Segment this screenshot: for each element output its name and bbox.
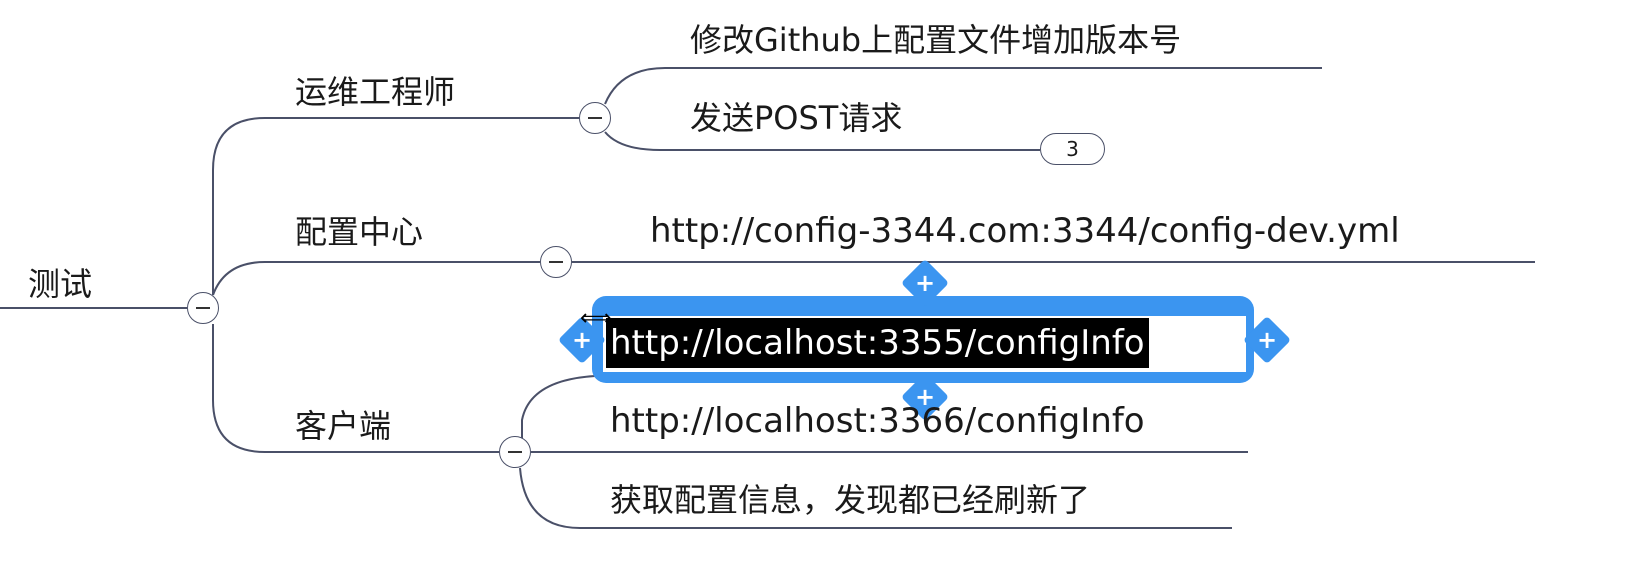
topic-ops-engineer[interactable]: 运维工程师 [295, 76, 455, 108]
topic-client[interactable]: 客户端 [295, 410, 391, 442]
collapsed-count-badge[interactable]: 3 [1040, 133, 1105, 165]
add-parent-handle[interactable]: + [900, 258, 950, 308]
collapse-ops-button[interactable] [579, 102, 611, 134]
collapse-client-button[interactable] [499, 436, 531, 468]
collapse-config-button[interactable] [540, 246, 572, 278]
plus-icon: + [1256, 326, 1278, 354]
add-child-handle[interactable]: + [1242, 315, 1292, 365]
topic-fetch-config[interactable]: 获取配置信息，发现都已经刷新了 [610, 484, 1090, 516]
topic-send-post[interactable]: 发送POST请求 [690, 102, 902, 134]
topic-modify-github[interactable]: 修改Github上配置文件增加版本号 [690, 24, 1181, 56]
collapse-root-button[interactable] [187, 292, 219, 324]
topic-config-url[interactable]: http://config-3344.com:3344/config-dev.y… [650, 214, 1400, 248]
topic-localhost-3355-editing[interactable]: http://localhost:3355/configInfo [606, 318, 1149, 368]
topic-localhost-3366[interactable]: http://localhost:3366/configInfo [610, 404, 1145, 438]
resize-cursor-icon: ⟺ [580, 306, 612, 331]
plus-icon: + [914, 269, 936, 297]
topic-config-center[interactable]: 配置中心 [295, 216, 423, 248]
root-topic[interactable]: 测试 [28, 268, 92, 300]
